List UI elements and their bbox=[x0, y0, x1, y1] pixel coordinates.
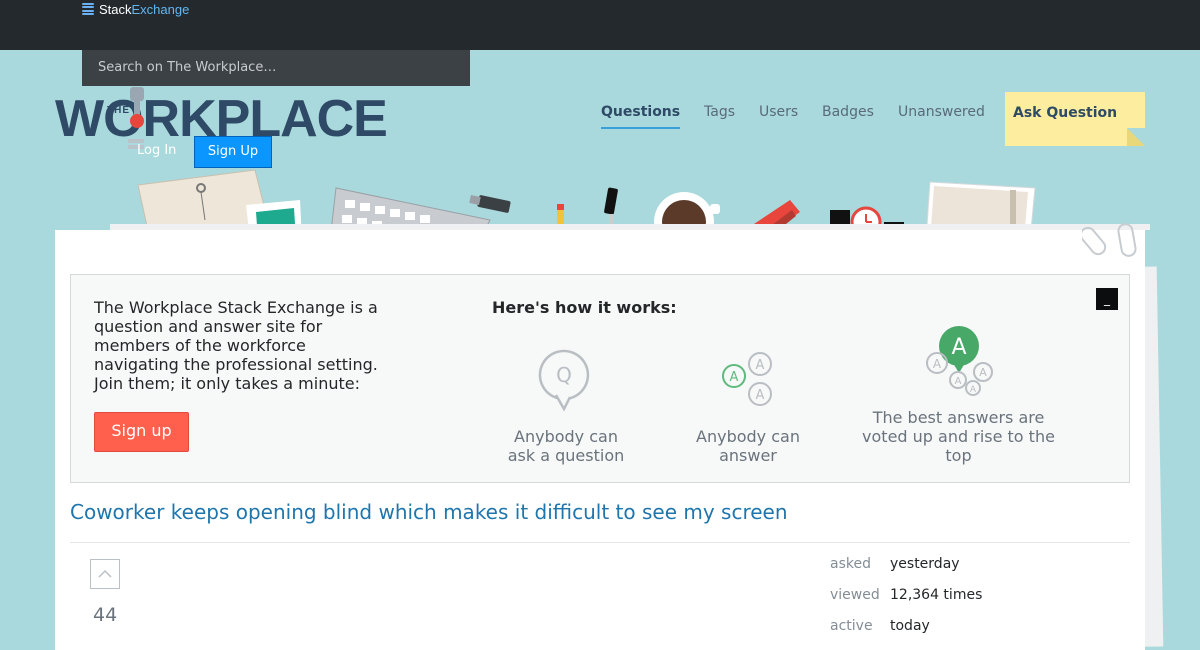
svg-text:A: A bbox=[979, 366, 987, 379]
close-banner-button[interactable]: _ bbox=[1096, 288, 1118, 310]
how-it-works-heading: Here's how it works: bbox=[492, 298, 677, 317]
stat-active: active today bbox=[830, 618, 930, 634]
stackexchange-logo[interactable]: Stack Exchange bbox=[82, 0, 189, 18]
welcome-banner: The Workplace Stack Exchange is a questi… bbox=[70, 274, 1130, 483]
brand-part1: Stack bbox=[99, 1, 132, 17]
svg-text:A: A bbox=[756, 388, 765, 403]
stat-label: asked bbox=[830, 556, 871, 572]
question-title[interactable]: Coworker keeps opening blind which makes… bbox=[70, 500, 788, 524]
upvote-button[interactable] bbox=[90, 559, 120, 589]
step-answer: Anybody can answer bbox=[696, 427, 800, 465]
stat-label: active bbox=[830, 618, 873, 634]
sticky-note-fold bbox=[1127, 128, 1145, 146]
marker-icon bbox=[604, 187, 618, 228]
stat-value[interactable]: today bbox=[890, 618, 930, 634]
site-description: The Workplace Stack Exchange is a questi… bbox=[94, 298, 378, 393]
svg-text:A: A bbox=[951, 335, 966, 360]
svg-text:A: A bbox=[756, 358, 765, 373]
stat-viewed: viewed 12,364 times bbox=[830, 587, 982, 603]
usb-drive-icon bbox=[469, 195, 511, 213]
nav-questions[interactable]: Questions bbox=[601, 104, 681, 129]
paperclip-icon bbox=[1082, 223, 1137, 257]
stat-asked: asked yesterday bbox=[830, 556, 960, 572]
svg-text:Q: Q bbox=[556, 363, 572, 387]
nav-badges[interactable]: Badges bbox=[822, 104, 874, 120]
nav-unanswered[interactable]: Unanswered bbox=[898, 104, 985, 120]
nav-tags[interactable]: Tags bbox=[704, 104, 735, 120]
divider bbox=[70, 542, 1130, 543]
desk-illustration bbox=[110, 169, 1150, 240]
brand-part2: Exchange bbox=[131, 1, 190, 17]
stat-label: viewed bbox=[830, 587, 880, 603]
search-input[interactable]: Search on The Workplace… bbox=[82, 50, 470, 86]
step-vote: The best answers are voted up and rise t… bbox=[862, 408, 1055, 465]
ask-question-icon: Q bbox=[538, 349, 590, 411]
stat-value: 12,364 times bbox=[890, 587, 983, 603]
stackexchange-icon bbox=[82, 3, 94, 15]
ask-question-label: Ask Question bbox=[1013, 105, 1118, 121]
stat-value: yesterday bbox=[890, 556, 960, 572]
svg-text:A: A bbox=[970, 385, 977, 395]
banner-signup-button[interactable]: Sign up bbox=[94, 412, 189, 452]
nav-users[interactable]: Users bbox=[759, 104, 798, 120]
chevron-up-icon bbox=[98, 569, 112, 578]
svg-text:A: A bbox=[955, 376, 962, 387]
login-link[interactable]: Log In bbox=[137, 143, 176, 158]
ask-question-button[interactable]: Ask Question bbox=[1005, 92, 1145, 146]
svg-text:A: A bbox=[933, 357, 942, 371]
vote-count: 44 bbox=[93, 604, 118, 626]
answer-icon: A A A bbox=[722, 352, 772, 406]
svg-text:A: A bbox=[730, 370, 739, 385]
best-answer-icon: A A A A A bbox=[926, 326, 993, 396]
step-ask: Anybody can ask a question bbox=[507, 427, 625, 465]
